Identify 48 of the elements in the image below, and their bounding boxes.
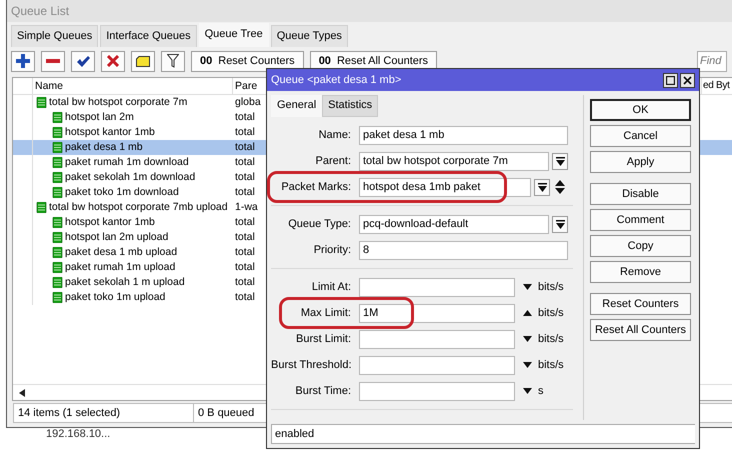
queue-name: hotspot lan 2m: [65, 110, 134, 125]
queue-name: total bw hotspot corporate 7m: [49, 95, 188, 110]
queue-name: paket rumah 1m upload: [65, 260, 176, 275]
queue-name: hotspot lan 2m upload: [65, 230, 168, 245]
field-label: Limit At:: [310, 281, 352, 293]
parent-cell-text: total: [234, 230, 255, 245]
field-label: Parent:: [314, 155, 352, 167]
parent-cell-text: total: [234, 140, 255, 155]
parent-cell-text: total: [234, 185, 255, 200]
queue-name: paket toko 1m download: [65, 185, 179, 200]
field-label: Queue Type:: [287, 218, 352, 230]
parent-cell-text: total: [234, 275, 255, 290]
queue-name: hotspot kantor 1mb: [65, 215, 155, 230]
parent-cell-text: total: [234, 260, 255, 275]
parent-cell-text: total: [234, 125, 255, 140]
field-label: Burst Time:: [294, 385, 352, 397]
unit-label: bits/s: [538, 359, 564, 371]
field-label: Packet Marks:: [280, 181, 352, 193]
parent-cell-text: total: [234, 290, 255, 305]
window-title: Queue List: [11, 4, 70, 18]
queue-name: total bw hotspot corporate 7mb upload: [49, 200, 228, 215]
queue-name: paket sekolah 1 m upload: [65, 275, 185, 290]
queue-name: paket sekolah 1m download: [65, 170, 196, 185]
queue-name: paket desa 1 mb upload: [65, 245, 178, 260]
status-text: enabled: [271, 424, 695, 444]
field-label: Priority:: [312, 244, 352, 256]
address-text: 192.168.10...: [46, 428, 110, 440]
field-label: Name:: [318, 129, 352, 141]
field-label: Max Limit:: [300, 307, 352, 319]
parent-cell-text: total: [234, 155, 255, 170]
parent-cell-text: 1-wa: [234, 200, 258, 215]
parent-cell-text: total: [234, 215, 255, 230]
unit-label: bits/s: [538, 333, 564, 345]
queue-name: paket toko 1m upload: [65, 290, 166, 305]
dialog-title: Queue <paket desa 1 mb>: [271, 74, 402, 86]
queue-name: paket desa 1 mb: [65, 140, 143, 155]
queue-name: paket rumah 1m download: [65, 155, 189, 170]
unit-label: s: [538, 385, 544, 397]
field-label: Burst Threshold:: [271, 359, 353, 371]
field-label: Burst Limit:: [294, 333, 352, 345]
unit-label: bits/s: [538, 281, 564, 293]
status-text: 14 items (1 selected): [14, 404, 194, 422]
parent-cell-text: total: [234, 245, 255, 260]
queue-name: hotspot kantor 1mb: [65, 125, 155, 140]
unit-label: bits/s: [538, 307, 564, 319]
parent-cell-text: total: [234, 110, 255, 125]
parent-cell-text: globa: [234, 95, 261, 110]
parent-cell-text: total: [234, 170, 255, 185]
